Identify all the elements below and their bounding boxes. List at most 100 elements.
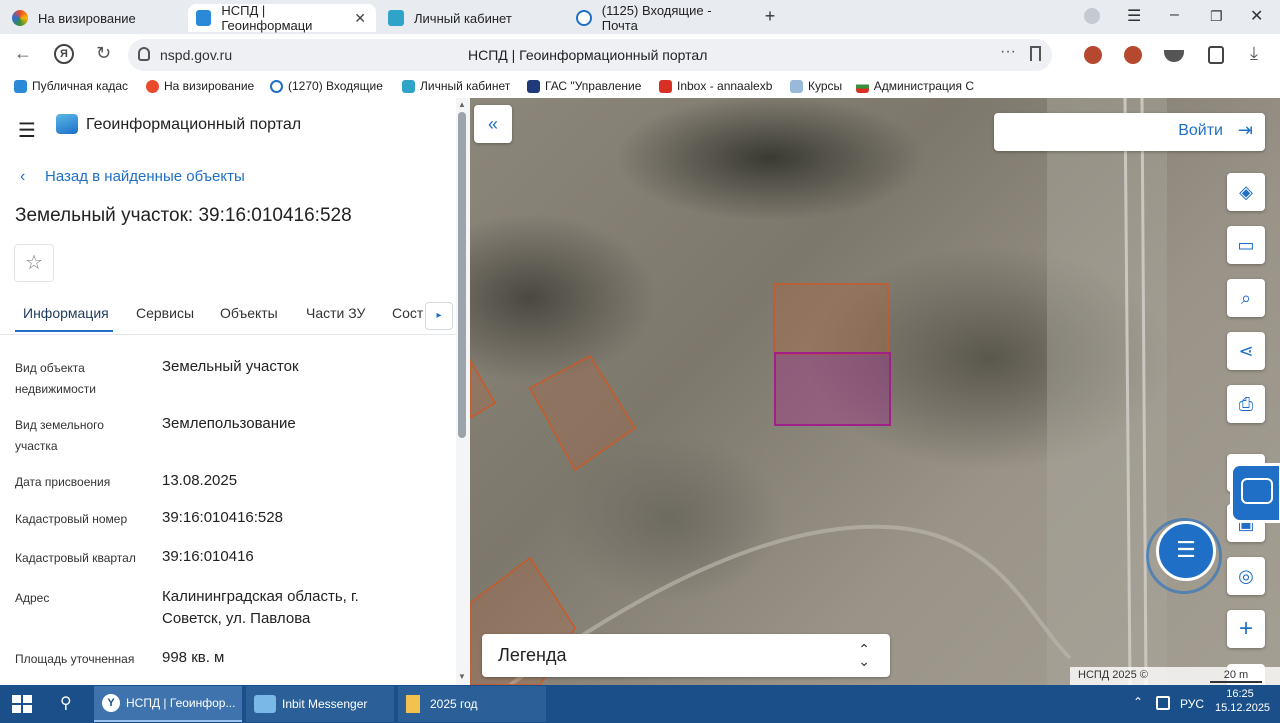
share-icon: ⋖ — [1238, 340, 1254, 361]
taskbar: ⚲ Y НСПД | Геоинфор... Inbit Messenger 2… — [0, 685, 1280, 723]
bookmark-item[interactable]: Личный кабинет — [402, 79, 510, 93]
chevron-left-icon[interactable]: ‹ — [20, 168, 25, 186]
share-button[interactable]: ⋖ — [1227, 332, 1265, 370]
reload-icon[interactable]: ↻ — [96, 43, 111, 64]
nspd-icon — [14, 79, 27, 93]
printer-icon: ⎙ — [1238, 393, 1254, 414]
collapse-panel-button[interactable]: « — [474, 105, 512, 143]
object-title: Земельный участок: 39:16:010416:528 — [15, 205, 352, 226]
page-title: НСПД | Геоинформационный портал — [468, 47, 708, 63]
task-2025-folder[interactable]: 2025 год — [398, 686, 546, 722]
gmail-icon — [659, 79, 672, 93]
map-footer: НСПД 2025 © 20 m — [1070, 667, 1280, 685]
expand-collapse-icon[interactable]: ⌃ ⌄ — [858, 642, 870, 668]
task-nspd[interactable]: Y НСПД | Геоинфор... — [94, 686, 242, 722]
field-label: Кадастровый номер — [15, 512, 128, 526]
network-icon[interactable] — [1156, 696, 1170, 710]
login-icon: ⇥ — [1237, 120, 1253, 140]
tab-objects[interactable]: Объекты — [220, 305, 278, 321]
tab-parts[interactable]: Части ЗУ — [306, 305, 365, 321]
field-value: 39:16:010416:528 — [162, 509, 283, 526]
parcel-neighbor[interactable] — [470, 358, 497, 419]
tab-nspd[interactable]: НСПД | Геоинформаци ✕ — [188, 3, 376, 33]
browser-tab-bar: На визирование НСПД | Геоинформаци ✕ Лич… — [0, 0, 1280, 34]
tab-label: Личный кабинет — [414, 10, 512, 26]
parcel-neighbor[interactable] — [528, 355, 637, 472]
bookmark-item[interactable]: (1270) Входящие — [270, 79, 388, 93]
back-to-results-link[interactable]: Назад в найденные объекты — [45, 168, 245, 185]
layers-icon: ◈ — [1239, 181, 1253, 202]
shield-icon[interactable] — [138, 47, 150, 61]
nspd-icon — [196, 10, 212, 26]
legend-panel[interactable]: Легенда ⌃ ⌄ — [482, 634, 890, 677]
scroll-down-icon[interactable]: ▼ — [458, 672, 466, 681]
time: 16:25 — [1226, 688, 1254, 700]
hamburger-menu-icon[interactable]: ☰ — [18, 118, 36, 143]
login-button[interactable]: Войти ⇥ — [994, 113, 1265, 151]
tab-information[interactable]: Информация — [23, 305, 109, 321]
cabinet-icon — [388, 10, 404, 26]
locate-button[interactable]: ◎ — [1227, 557, 1265, 595]
tab-lichny-kabinet[interactable]: Личный кабинет — [380, 4, 560, 32]
bookmark-icon[interactable] — [1030, 46, 1041, 61]
layers-button[interactable]: ◈ — [1227, 173, 1265, 211]
date: 15.12.2025 — [1215, 702, 1271, 714]
zoom-in-button[interactable]: + — [1227, 610, 1265, 648]
bookmark-item[interactable]: Inbox - annaalexb — [659, 79, 777, 93]
scroll-up-icon[interactable]: ▲ — [458, 100, 466, 109]
maximize-icon[interactable]: ❐ — [1210, 8, 1223, 25]
bookmark-item[interactable]: ГАС "Управление — [527, 79, 645, 93]
extension-icon[interactable] — [1164, 50, 1184, 62]
tab-pochta[interactable]: (1125) Входящие - Почта — [568, 3, 748, 33]
extension-icon[interactable] — [1124, 46, 1142, 64]
folder-icon — [406, 695, 420, 713]
bookmarks-bar: Публичная кадас На визирование (1270) Вх… — [0, 76, 1280, 98]
scale-bar: 20 m — [1210, 669, 1262, 683]
tab-services[interactable]: Сервисы — [136, 305, 194, 321]
close-icon[interactable]: ✕ — [354, 10, 366, 27]
clock[interactable]: 16:25 15.12.2025 — [1215, 688, 1271, 714]
bookmark-item[interactable]: Публичная кадас — [14, 79, 132, 93]
url-field[interactable]: nspd.gov.ru НСПД | Геоинформационный пор… — [128, 39, 1052, 71]
chat-button[interactable]: ☰ — [1156, 521, 1216, 581]
field-value: Калининградская область, г. Советск, ул.… — [162, 588, 359, 627]
tray-chevron-up-icon[interactable]: ⌃ — [1133, 695, 1143, 709]
task-inbit[interactable]: Inbit Messenger — [246, 686, 394, 722]
windows-start-icon[interactable] — [12, 695, 32, 713]
parcel-neighbor[interactable] — [773, 283, 889, 355]
yandex-icon[interactable]: Я — [54, 44, 74, 64]
collections-icon[interactable] — [1208, 46, 1224, 64]
search-icon[interactable]: ⚲ — [60, 693, 72, 713]
language-indicator[interactable]: РУС — [1180, 697, 1204, 711]
tab-na-vizirovanie[interactable]: На визирование — [4, 4, 184, 32]
folder-icon — [790, 79, 803, 93]
minimize-icon[interactable]: – — [1170, 6, 1179, 24]
admin-icon — [856, 79, 869, 93]
parcel-selected[interactable] — [774, 352, 891, 426]
browser-icon — [12, 10, 28, 26]
new-tab-button[interactable]: + — [760, 6, 780, 26]
print-button[interactable]: ⎙ — [1227, 385, 1265, 423]
field-label: Вид земельного участка — [15, 418, 104, 453]
map-view[interactable]: « Войти ⇥ ◈ ▭ ⌕ ⋖ ⎙ ➤ ▣ ◎ + ☰ Легенда ⌃⌄… — [470, 98, 1280, 685]
assistant-widget[interactable] — [1230, 463, 1280, 523]
plus-icon: + — [1238, 615, 1253, 642]
measure-button[interactable]: ▭ — [1227, 226, 1265, 264]
extension-icon[interactable] — [1084, 46, 1102, 64]
search-area-button[interactable]: ⌕ — [1227, 279, 1265, 317]
profile-icon[interactable] — [1084, 8, 1100, 24]
panel-scrollbar-thumb[interactable] — [458, 112, 466, 438]
download-icon[interactable]: ⤓ — [1250, 43, 1258, 64]
favorite-star-icon[interactable]: ☆ — [14, 244, 54, 282]
more-icon[interactable]: ··· — [1000, 43, 1016, 61]
back-arrow-icon[interactable]: ← — [14, 43, 32, 64]
close-window-icon[interactable]: ✕ — [1250, 6, 1263, 26]
tab-label: НСПД | Геоинформаци — [221, 3, 313, 33]
field-value: 998 кв. м — [162, 649, 225, 666]
tabs-scroll-right-icon[interactable]: ▸ — [425, 302, 453, 330]
bookmark-item[interactable]: На визирование — [146, 79, 254, 93]
bookmark-item[interactable]: Администрация С — [856, 79, 974, 93]
field-label: Кадастровый квартал — [15, 551, 136, 565]
menu-icon[interactable]: ☰ — [1127, 6, 1141, 26]
bookmark-item[interactable]: Курсы — [790, 79, 842, 93]
